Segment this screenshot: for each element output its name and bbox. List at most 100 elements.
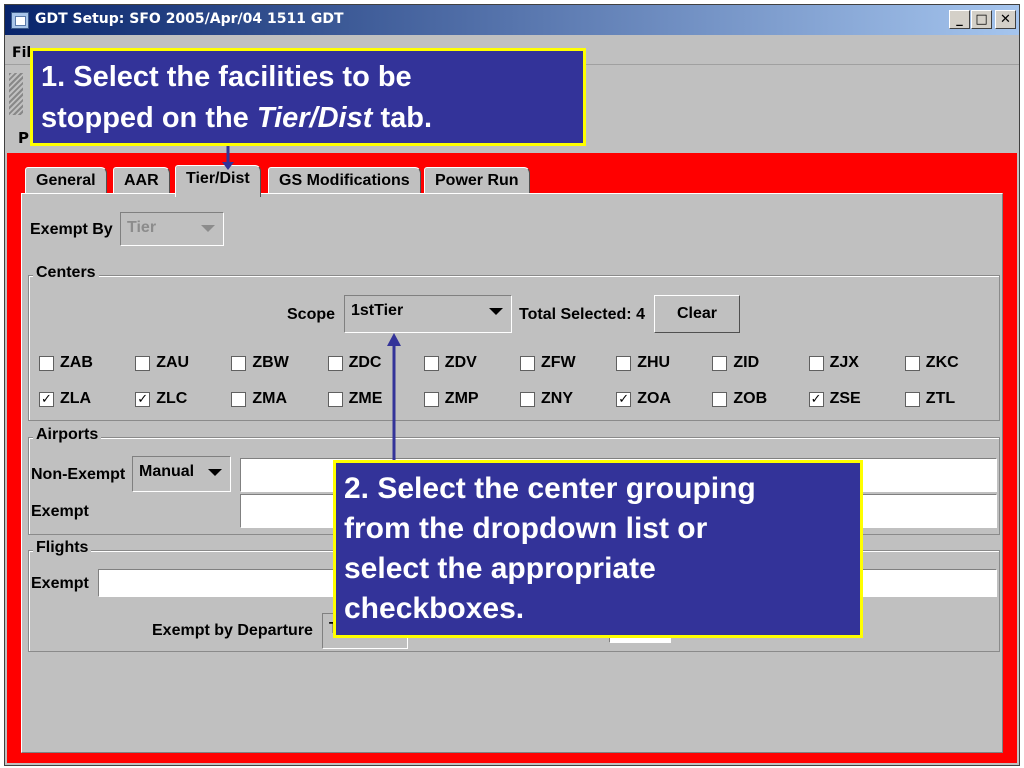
center-checkbox-zid[interactable]: ZID xyxy=(712,353,802,375)
center-checkbox-label: ZFW xyxy=(541,354,576,371)
center-checkbox-label: ZLA xyxy=(60,390,92,407)
callout-1-line-2: stopped on the Tier/Dist tab. xyxy=(41,98,575,139)
tab-tier-dist[interactable]: Tier/Dist xyxy=(175,165,261,197)
checkbox-icon[interactable] xyxy=(423,392,439,407)
callout-step-1: 1. Select the facilities to be stopped o… xyxy=(30,48,586,146)
checkbox-icon[interactable] xyxy=(520,392,535,407)
center-checkbox-label: ZJX xyxy=(829,354,859,371)
tab-power-run[interactable]: Power Run xyxy=(424,167,530,195)
flights-title: Flights xyxy=(33,539,92,557)
checkmark-icon[interactable]: ✓ xyxy=(39,392,54,407)
tab-general[interactable]: General xyxy=(25,167,107,195)
airports-title: Airports xyxy=(33,426,102,444)
center-checkbox-label: ZBW xyxy=(252,354,289,371)
non-exempt-mode-value: Manual xyxy=(139,463,195,480)
checkbox-icon[interactable] xyxy=(231,392,247,407)
minimize-button[interactable]: _ xyxy=(949,10,970,29)
center-checkbox-label: ZNY xyxy=(541,390,573,407)
non-exempt-label: Non-Exempt xyxy=(31,466,126,483)
center-checkbox-zkc[interactable]: ZKC xyxy=(904,353,995,375)
center-checkbox-zse[interactable]: ✓ ZSE xyxy=(808,389,899,411)
partial-label: P xyxy=(18,129,29,147)
checkmark-icon[interactable]: ✓ xyxy=(135,392,151,407)
center-checkbox-label: ZLC xyxy=(156,390,188,407)
callout-2-line-3: select the appropriate xyxy=(344,552,656,585)
tab-gs-modifications[interactable]: GS Modifications xyxy=(268,167,421,195)
total-selected: Total Selected: 4 xyxy=(519,306,645,323)
scope-value: 1stTier xyxy=(351,302,404,319)
exempt-by-departure-label: Exempt by Departure xyxy=(152,622,313,639)
checkmark-icon[interactable]: ✓ xyxy=(808,392,824,407)
center-checkbox-zma[interactable]: ZMA xyxy=(231,389,321,411)
checkbox-icon[interactable] xyxy=(616,356,632,371)
callout-2-line-1: 2. Select the center grouping xyxy=(344,472,756,505)
center-checkbox-zjx[interactable]: ZJX xyxy=(808,353,899,375)
checkmark-icon[interactable]: ✓ xyxy=(616,392,632,407)
center-checkbox-label: ZKC xyxy=(925,354,959,371)
callout-1-emphasis: Tier/Dist xyxy=(256,102,373,134)
callout-1-line-1: 1. Select the facilities to be xyxy=(41,61,412,93)
center-checkbox-zab[interactable]: ZAB xyxy=(39,353,129,375)
checkbox-icon[interactable] xyxy=(904,356,920,371)
checkbox-icon[interactable] xyxy=(135,356,151,371)
chevron-down-icon xyxy=(201,225,215,232)
maximize-button[interactable]: □ xyxy=(971,10,992,29)
clear-button[interactable]: Clear xyxy=(654,295,740,333)
center-checkbox-label: ZAU xyxy=(156,354,190,371)
checkbox-icon[interactable] xyxy=(520,356,535,371)
centers-group: Centers Scope 1stTier Total Selected: 4 … xyxy=(28,264,1000,421)
callout-1-text-a: stopped on the xyxy=(41,102,257,134)
center-checkbox-zhu[interactable]: ZHU xyxy=(616,353,706,375)
highlight-frame: General AAR Tier/Dist GS Modifications P… xyxy=(7,153,1017,763)
menu-file[interactable]: Fil xyxy=(12,45,31,61)
exempt-by-select: Tier xyxy=(120,212,224,246)
center-checkbox-label: ZOB xyxy=(733,390,768,407)
center-checkbox-label: ZMP xyxy=(444,390,479,407)
center-checkbox-label: ZOA xyxy=(637,390,671,407)
callout-1-text-c: tab. xyxy=(372,102,433,134)
exempt-by-value: Tier xyxy=(127,219,157,236)
callout-2-line-4: checkboxes. xyxy=(344,592,525,625)
chevron-down-icon xyxy=(489,308,503,315)
callout-step-2: 2. Select the center grouping from the d… xyxy=(333,460,863,638)
center-checkbox-zdv[interactable]: ZDV xyxy=(423,353,514,375)
checkbox-icon[interactable] xyxy=(423,356,439,371)
center-checkbox-zbw[interactable]: ZBW xyxy=(231,353,321,375)
title-bar[interactable]: GDT Setup: SFO 2005/Apr/04 1511 GDT _ □ … xyxy=(5,5,1019,35)
exempt-airports-label: Exempt xyxy=(31,503,89,520)
checkbox-icon[interactable] xyxy=(39,356,54,371)
close-button[interactable]: ✕ xyxy=(995,10,1016,29)
center-checkbox-label: ZSE xyxy=(829,390,861,407)
tab-aar[interactable]: AAR xyxy=(113,167,170,195)
center-checkbox-zdc[interactable]: ZDC xyxy=(327,353,418,375)
center-checkbox-zob[interactable]: ZOB xyxy=(712,389,802,411)
non-exempt-mode-select[interactable]: Manual xyxy=(132,456,231,492)
center-checkbox-label: ZID xyxy=(733,354,760,371)
center-checkbox-label: ZME xyxy=(348,390,383,407)
center-checkbox-zoa[interactable]: ✓ ZOA xyxy=(616,389,706,411)
window-title: GDT Setup: SFO 2005/Apr/04 1511 GDT xyxy=(35,11,344,27)
checkbox-icon[interactable] xyxy=(327,356,343,371)
checkbox-icon[interactable] xyxy=(231,356,247,371)
center-checkbox-zmp[interactable]: ZMP xyxy=(423,389,514,411)
center-checkbox-zau[interactable]: ZAU xyxy=(135,353,225,375)
center-checkbox-label: ZHU xyxy=(637,354,671,371)
center-checkbox-ztl[interactable]: ZTL xyxy=(904,389,995,411)
center-checkbox-zfw[interactable]: ZFW xyxy=(520,353,610,375)
toolbar-grip[interactable] xyxy=(9,73,23,115)
checkbox-icon[interactable] xyxy=(712,356,728,371)
scope-select[interactable]: 1stTier xyxy=(344,295,512,333)
checkbox-icon[interactable] xyxy=(327,392,343,407)
exempt-flights-label: Exempt xyxy=(31,575,89,592)
center-checkbox-zla[interactable]: ✓ ZLA xyxy=(39,389,129,411)
center-checkbox-zlc[interactable]: ✓ ZLC xyxy=(135,389,225,411)
checkbox-icon[interactable] xyxy=(712,392,728,407)
checkbox-icon[interactable] xyxy=(904,392,920,407)
center-checkbox-label: ZTL xyxy=(925,390,956,407)
exempt-by-label: Exempt By xyxy=(30,221,113,238)
center-checkbox-zny[interactable]: ZNY xyxy=(520,389,610,411)
center-checkbox-zme[interactable]: ZME xyxy=(327,389,418,411)
center-checkbox-label: ZDC xyxy=(348,354,382,371)
centers-title: Centers xyxy=(33,264,99,282)
checkbox-icon[interactable] xyxy=(808,356,824,371)
